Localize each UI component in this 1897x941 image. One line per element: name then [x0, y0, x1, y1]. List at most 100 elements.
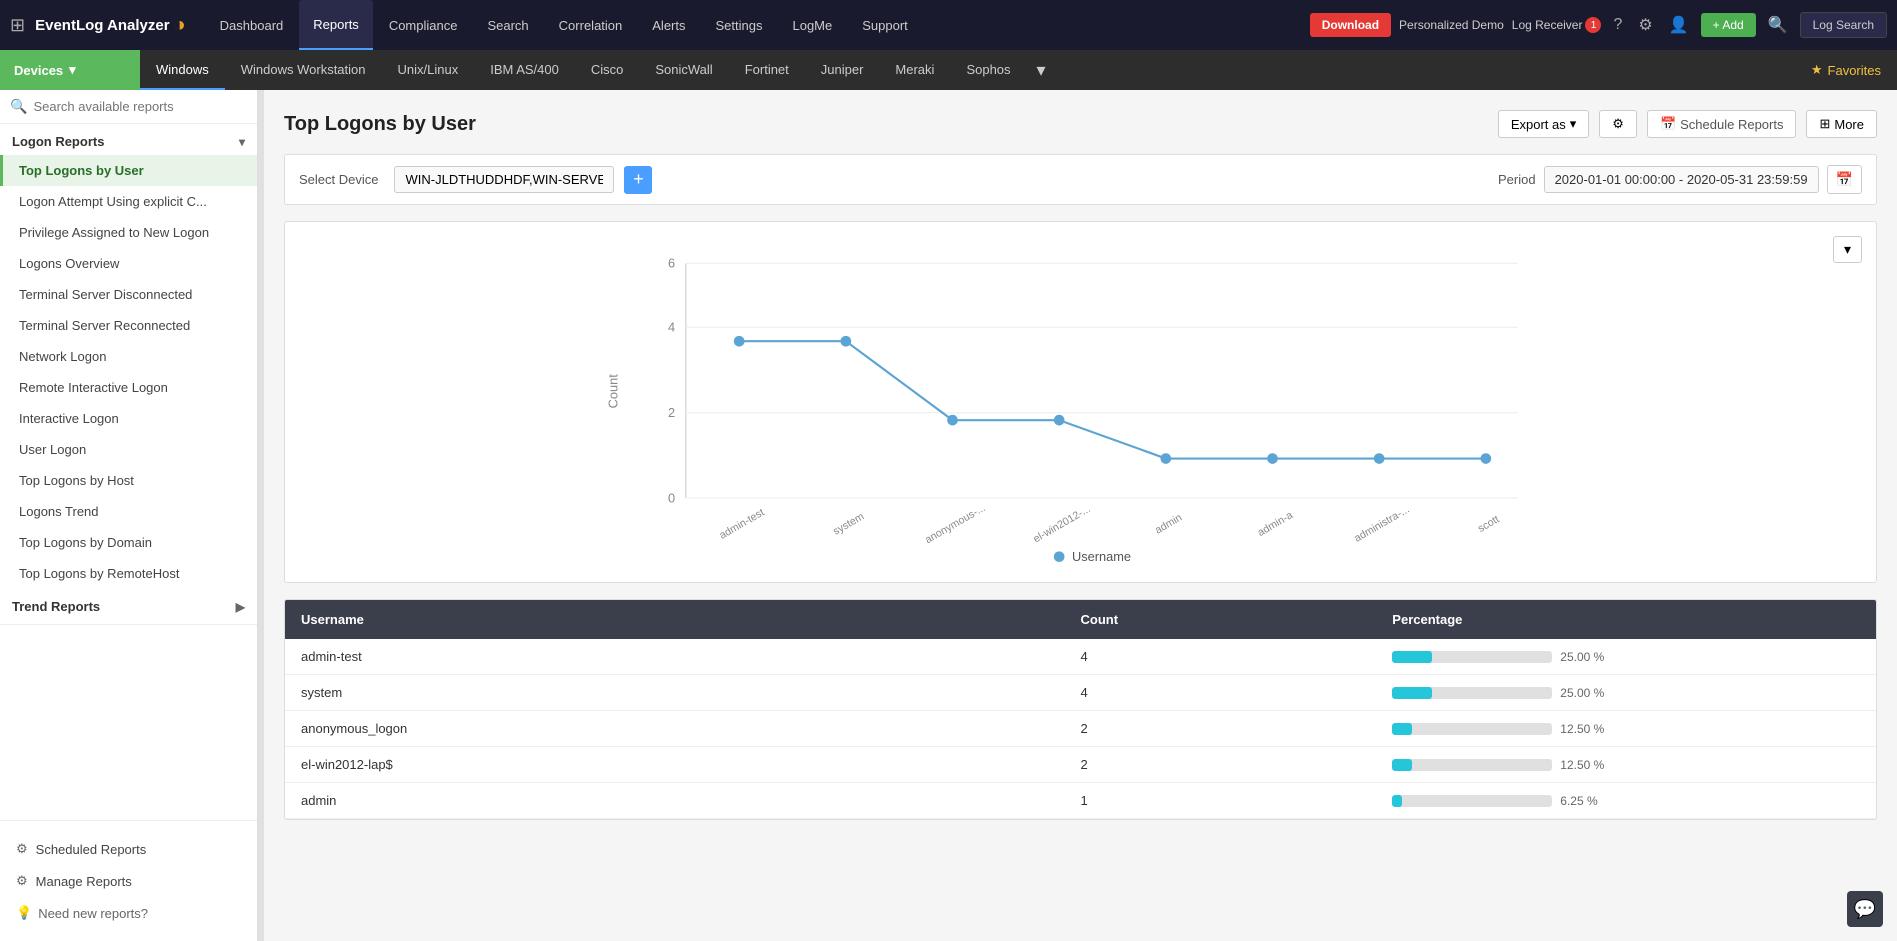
nav-dashboard[interactable]: Dashboard [206, 0, 298, 50]
sidebar-item-terminal-server-reconnected[interactable]: Terminal Server Reconnected [0, 310, 257, 341]
progress-bar-fill [1392, 651, 1432, 663]
need-reports-link[interactable]: 💡 Need new reports? [12, 897, 245, 929]
sidebar-item-privilege-assigned[interactable]: Privilege Assigned to New Logon [0, 217, 257, 248]
sidebar-item-top-logons-domain[interactable]: Top Logons by Domain [0, 527, 257, 558]
sidebar-item-terminal-server-disconnected[interactable]: Terminal Server Disconnected [0, 279, 257, 310]
percentage-text: 25.00 % [1560, 686, 1615, 700]
period-section: Period 2020-01-01 00:00:00 - 2020-05-31 … [1498, 165, 1862, 194]
trend-reports-header[interactable]: Trend Reports ▶ [0, 589, 257, 620]
data-table: Username Count Percentage admin-test 4 2… [284, 599, 1877, 820]
report-settings-icon: ⚙ [1612, 116, 1624, 132]
personalized-demo-link[interactable]: Personalized Demo [1399, 18, 1504, 32]
calendar-picker-button[interactable]: 📅 [1827, 165, 1862, 194]
chart-type-dropdown[interactable]: ▾ [1833, 236, 1862, 263]
logon-reports-label: Logon Reports [12, 134, 104, 149]
help-icon[interactable]: ? [1609, 12, 1626, 38]
nav-settings[interactable]: Settings [702, 0, 777, 50]
sidebar-item-logons-trend[interactable]: Logons Trend [0, 496, 257, 527]
logon-reports-header[interactable]: Logon Reports ▾ [0, 124, 257, 155]
col-percentage: Percentage [1392, 612, 1860, 627]
scheduled-reports-item[interactable]: ⚙ Scheduled Reports [12, 833, 245, 865]
svg-text:administra-...: administra-... [1352, 504, 1411, 545]
nav-correlation[interactable]: Correlation [545, 0, 637, 50]
progress-bar-fill [1392, 687, 1432, 699]
cell-username: anonymous_logon [301, 721, 1081, 736]
nav-search[interactable]: Search [473, 0, 542, 50]
svg-text:6: 6 [668, 256, 675, 271]
svg-text:scott: scott [1476, 513, 1502, 535]
nav-support[interactable]: Support [848, 0, 922, 50]
tab-fortinet[interactable]: Fortinet [729, 50, 805, 90]
nav-compliance[interactable]: Compliance [375, 0, 472, 50]
table-row[interactable]: anonymous_logon 2 12.50 % [285, 711, 1876, 747]
schedule-reports-button[interactable]: 📅 Schedule Reports [1647, 110, 1797, 138]
table-row[interactable]: admin-test 4 25.00 % [285, 639, 1876, 675]
nav-reports[interactable]: Reports [299, 0, 373, 50]
chat-icon-button[interactable]: 💬 [1847, 891, 1883, 927]
svg-text:el-win2012-...: el-win2012-... [1031, 503, 1092, 545]
sidebar-item-top-logons-user[interactable]: Top Logons by User [0, 155, 257, 186]
cell-username: system [301, 685, 1081, 700]
export-button[interactable]: Export as ▾ [1498, 110, 1589, 138]
progress-bar-fill [1392, 795, 1402, 807]
table-row[interactable]: el-win2012-lap$ 2 12.50 % [285, 747, 1876, 783]
sidebar-item-remote-interactive-logon[interactable]: Remote Interactive Logon [0, 372, 257, 403]
nav-alerts[interactable]: Alerts [638, 0, 699, 50]
settings-icon-button[interactable]: ⚙ [1599, 110, 1637, 138]
sidebar: 🔍 Logon Reports ▾ Top Logons by User Log… [0, 90, 258, 941]
chart-point-1 [734, 336, 745, 347]
sidebar-search-input[interactable] [33, 99, 247, 114]
tab-juniper[interactable]: Juniper [805, 50, 880, 90]
percentage-text: 6.25 % [1560, 794, 1615, 808]
log-receiver-link[interactable]: Log Receiver 1 [1512, 17, 1602, 33]
scheduled-reports-icon: ⚙ [16, 841, 28, 857]
tab-unix-linux[interactable]: Unix/Linux [382, 50, 475, 90]
device-select-input[interactable] [394, 166, 614, 193]
user-icon[interactable]: 👤 [1665, 11, 1693, 39]
add-device-button[interactable]: + [624, 166, 652, 194]
tab-windows[interactable]: Windows [140, 50, 225, 90]
settings-icon[interactable]: ⚙ [1634, 11, 1656, 39]
tabs-more-button[interactable]: ▾ [1027, 60, 1056, 81]
sidebar-item-user-logon[interactable]: User Logon [0, 434, 257, 465]
manage-reports-item[interactable]: ⚙ Manage Reports [12, 865, 245, 897]
sidebar-item-top-logons-host[interactable]: Top Logons by Host [0, 465, 257, 496]
sidebar-search-container: 🔍 [0, 90, 257, 124]
sidebar-item-network-logon[interactable]: Network Logon [0, 341, 257, 372]
nav-logme[interactable]: LogMe [778, 0, 846, 50]
tab-sonicwall[interactable]: SonicWall [639, 50, 728, 90]
download-button[interactable]: Download [1310, 13, 1391, 37]
log-search-button[interactable]: Log Search [1800, 12, 1887, 38]
devices-button[interactable]: Devices ▾ [0, 50, 140, 90]
tab-ibm-as400[interactable]: IBM AS/400 [474, 50, 575, 90]
chart-line [739, 341, 1486, 458]
progress-container: 12.50 % [1392, 722, 1860, 736]
favorites-button[interactable]: ★ Favorites [1795, 62, 1897, 78]
grid-icon[interactable]: ⊞ [10, 15, 25, 36]
sidebar-item-logons-overview[interactable]: Logons Overview [0, 248, 257, 279]
sidebar-item-logon-attempt[interactable]: Logon Attempt Using explicit C... [0, 186, 257, 217]
table-row[interactable]: system 4 25.00 % [285, 675, 1876, 711]
progress-container: 6.25 % [1392, 794, 1860, 808]
legend-text: Username [1072, 549, 1131, 562]
sidebar-item-top-logons-remotehost[interactable]: Top Logons by RemoteHost [0, 558, 257, 589]
tab-sophos[interactable]: Sophos [950, 50, 1026, 90]
chart-point-8 [1481, 453, 1492, 464]
tab-meraki[interactable]: Meraki [879, 50, 950, 90]
main-layout: 🔍 Logon Reports ▾ Top Logons by User Log… [0, 90, 1897, 941]
table-row[interactable]: admin 1 6.25 % [285, 783, 1876, 819]
more-button[interactable]: ⊞ More [1806, 110, 1877, 138]
logo-arc-icon: ◑ [174, 14, 186, 37]
top-navigation: ⊞ EventLog Analyzer ◑ Dashboard Reports … [0, 0, 1897, 50]
search-icon[interactable]: 🔍 [1764, 11, 1792, 39]
cell-username: admin-test [301, 649, 1081, 664]
manage-reports-label: Manage Reports [36, 874, 132, 889]
chart-point-3 [947, 415, 958, 426]
add-button[interactable]: + Add [1701, 13, 1756, 37]
chart-point-4 [1054, 415, 1065, 426]
tab-windows-workstation[interactable]: Windows Workstation [225, 50, 382, 90]
tab-cisco[interactable]: Cisco [575, 50, 640, 90]
svg-text:anonymous-...: anonymous-... [923, 502, 987, 546]
percentage-text: 12.50 % [1560, 758, 1615, 772]
sidebar-item-interactive-logon[interactable]: Interactive Logon [0, 403, 257, 434]
